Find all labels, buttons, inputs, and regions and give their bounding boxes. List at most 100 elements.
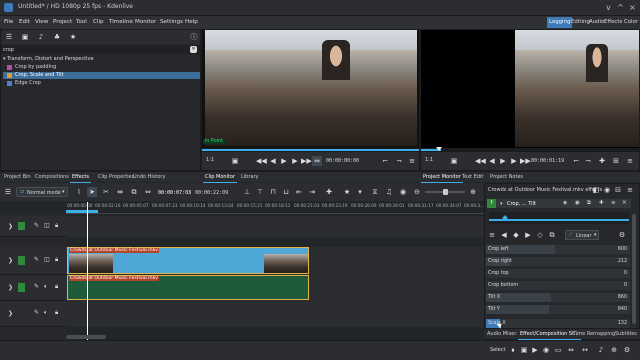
tab-clip-properties[interactable]: Clip Properties xyxy=(98,174,134,180)
timeline-ruler[interactable]: 00:00:00:00 00:00:02:16 00:00:05:07 00:0… xyxy=(66,202,484,214)
keyframe-copy-icon[interactable]: ⧉ xyxy=(547,230,557,240)
menu-view[interactable]: View xyxy=(35,19,48,25)
tab-project-monitor[interactable]: Project Monitor xyxy=(421,174,463,183)
audio-effects-icon[interactable]: ♪ xyxy=(36,32,46,42)
tab-audio-mixer[interactable]: Audio Mixer xyxy=(487,331,516,337)
effects-search-input[interactable] xyxy=(3,46,183,53)
tab-text-edit[interactable]: Text Edit xyxy=(462,174,483,180)
mute-icon[interactable]: 🔈︎ xyxy=(44,283,48,291)
scrollbar-handle[interactable] xyxy=(632,214,636,324)
forward-icon[interactable]: ▶▶ xyxy=(301,156,312,166)
workspace-color[interactable]: Color xyxy=(622,17,640,28)
set-out-icon[interactable]: ¬ xyxy=(583,156,593,166)
effects-toggle-icon[interactable]: ✎ xyxy=(34,222,39,229)
spacer-tool-icon[interactable]: ⇹ xyxy=(115,187,125,197)
effect-header[interactable]: f ▾ Crop, ... Tilt ◈ ◉ ⧉ ✚ ≡ ✕ xyxy=(487,199,631,208)
collapse-icon[interactable]: ❯ xyxy=(8,284,13,291)
clip-zoom-select[interactable]: 1:1 xyxy=(206,157,214,163)
audio-thumbs-icon[interactable]: ♫ xyxy=(384,187,394,197)
tab-clip-monitor[interactable]: Clip Monitor xyxy=(202,174,238,183)
param-value[interactable]: 212 xyxy=(618,259,627,264)
effect-menu-icon[interactable]: ≡ xyxy=(611,200,616,206)
zoom-out-icon[interactable]: ⊖ xyxy=(412,187,422,197)
effects-toggle-icon[interactable]: ✎ xyxy=(34,256,39,263)
rewind-icon[interactable]: ◀◀ xyxy=(475,156,486,166)
timeline-menu-icon[interactable]: ☰ xyxy=(3,187,13,197)
param-crop-top[interactable]: Crop top 0 xyxy=(486,269,630,278)
track-v3[interactable] xyxy=(66,216,484,237)
tab-project-bin[interactable]: Project Bin xyxy=(4,174,31,180)
maximize-icon[interactable]: ^ xyxy=(615,2,626,13)
keyframe-settings-icon[interactable]: ⚙ xyxy=(617,230,627,240)
monitor-menu-icon[interactable]: ≡ xyxy=(407,156,417,166)
marker-icon[interactable]: ✚ xyxy=(597,156,607,166)
tab-project-notes[interactable]: Project Notes xyxy=(490,174,523,180)
zone-out-icon[interactable]: ⇥ xyxy=(307,187,317,197)
timeline-zone[interactable] xyxy=(66,210,98,213)
audio-icon[interactable]: ♪ xyxy=(596,345,606,355)
next-frame-icon[interactable]: ▶ xyxy=(290,156,300,166)
keyframe-menu-icon[interactable]: ≡ xyxy=(487,230,497,240)
param-scale-x[interactable]: Scale X 132 xyxy=(486,319,630,328)
crop-mode-icon[interactable]: ▣ xyxy=(230,156,240,166)
remove-keyframe-icon[interactable]: ◇ xyxy=(535,230,545,240)
tab-library[interactable]: Library xyxy=(241,174,258,180)
menu-clip[interactable]: Clip xyxy=(93,19,104,25)
workspace-effects[interactable]: Effects xyxy=(602,17,624,28)
lock-icon[interactable]: 🔒︎ xyxy=(55,283,58,291)
param-value[interactable]: 132 xyxy=(618,321,627,326)
cut-tool-icon[interactable]: ✂ xyxy=(101,187,111,197)
tab-effect-stack[interactable]: Effect/Composition St... xyxy=(518,331,581,340)
hide-track-icon[interactable]: ◫ xyxy=(44,222,50,229)
track-target-icon[interactable] xyxy=(18,222,25,230)
set-out-icon[interactable]: ¬ xyxy=(394,156,404,166)
select-tool-icon[interactable]: ➤ xyxy=(87,187,97,197)
save-preset-icon[interactable]: ✚ xyxy=(599,200,604,206)
chevron-down-icon[interactable]: ▾ xyxy=(355,187,365,197)
timeline-tracks[interactable]: Crowds at Outdoor Music Festival.mkv Cro… xyxy=(66,202,484,346)
lock-icon[interactable]: 🔒︎ xyxy=(55,222,58,230)
hide-track-icon[interactable]: ◫ xyxy=(44,256,50,263)
menu-edit[interactable]: Edit xyxy=(19,19,30,25)
tag-icon[interactable]: ⬧ xyxy=(508,345,518,355)
collapse-icon[interactable]: ❯ xyxy=(8,310,13,317)
project-timecode[interactable]: 00:00:01:19 xyxy=(531,158,564,164)
razor-tool-icon[interactable]: ⌇ xyxy=(74,187,84,197)
previous-keyframe-icon[interactable]: ◀ xyxy=(499,230,509,240)
video-effects-icon[interactable]: ▣ xyxy=(20,32,30,42)
zone-icon[interactable]: ⇔ xyxy=(312,156,322,166)
effects-toggle-icon[interactable]: ✎ xyxy=(34,283,39,290)
extract-icon[interactable]: ⊔ xyxy=(281,187,291,197)
param-crop-bottom[interactable]: Crop bottom 0 xyxy=(486,281,630,290)
minimize-icon[interactable]: v xyxy=(603,2,614,13)
menu-icon[interactable]: ☰ xyxy=(4,32,14,42)
duplicate-icon[interactable]: ⧉ xyxy=(587,200,591,207)
tab-compositions[interactable]: Compositions xyxy=(35,174,69,180)
star-icon[interactable]: ★ xyxy=(342,187,352,197)
param-value[interactable]: 0 xyxy=(624,283,627,288)
resize-icon[interactable]: ↔ xyxy=(580,345,590,355)
rewind-icon[interactable]: ◀◀ xyxy=(256,156,267,166)
overlay-icon[interactable]: ⊞ xyxy=(611,156,621,166)
clear-search-icon[interactable]: ✕ xyxy=(190,46,197,53)
menu-project[interactable]: Project xyxy=(53,19,72,25)
settings-icon[interactable]: ⚙ xyxy=(622,345,632,355)
lift-icon[interactable]: ⊤ xyxy=(255,187,265,197)
track-a2[interactable] xyxy=(66,301,484,327)
visibility-icon[interactable]: ◉ xyxy=(575,200,580,206)
overwrite-icon[interactable]: ⊓ xyxy=(268,187,278,197)
menu-tool[interactable]: Tool xyxy=(76,19,87,25)
play-icon[interactable]: ▶ xyxy=(279,156,289,166)
playhead-marker-icon[interactable] xyxy=(436,147,442,151)
snap-icon[interactable]: ⧖ xyxy=(370,187,380,197)
menu-timeline[interactable]: Timeline xyxy=(109,19,133,25)
lock-icon[interactable]: 🔒︎ xyxy=(55,256,58,264)
stack-disable-icon[interactable]: ◉ xyxy=(602,185,612,195)
stack-menu-icon[interactable]: ≡ xyxy=(625,185,635,195)
favorites-icon[interactable]: ★ xyxy=(68,32,78,42)
filter-icon[interactable]: ▭ xyxy=(553,345,563,355)
effect-stack-scrollbar[interactable] xyxy=(632,214,636,338)
stack-collapse-icon[interactable]: ⊟ xyxy=(613,185,623,195)
keyframe-ruler[interactable] xyxy=(489,212,629,224)
forward-icon[interactable]: ▶▶ xyxy=(520,156,531,166)
